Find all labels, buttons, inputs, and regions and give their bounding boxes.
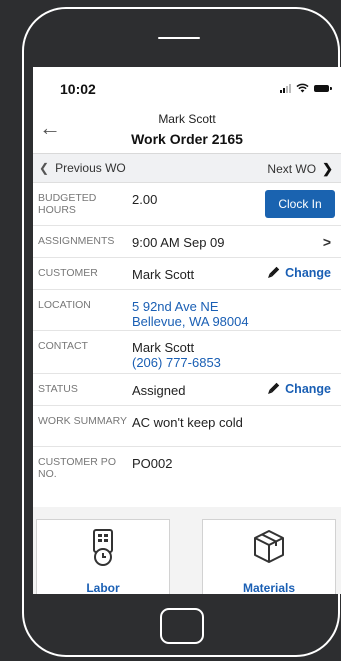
- materials-tile[interactable]: Materials: [202, 519, 336, 594]
- row-work-summary: WORK SUMMARY AC won't keep cold: [33, 406, 341, 447]
- location-line2: Bellevue, WA 98004: [132, 314, 249, 329]
- row-budgeted-hours: BUDGETED HOURS 2.00 Clock In: [33, 183, 341, 226]
- location-line1: 5 92nd Ave NE: [132, 299, 219, 314]
- next-wo-label: Next WO: [267, 162, 317, 176]
- status-value: Assigned: [132, 383, 186, 398]
- row-customer: CUSTOMER Mark Scott Change: [33, 258, 341, 290]
- status-bar: 10:02: [33, 67, 341, 107]
- customer-po-value: PO002: [132, 456, 173, 471]
- assignments-value: 9:00 AM Sep 09: [132, 235, 225, 250]
- clock-in-button[interactable]: Clock In: [265, 190, 335, 218]
- previous-wo-label: Previous WO: [55, 161, 126, 175]
- phone-speaker: [158, 37, 200, 39]
- chevron-right-icon: ❯: [322, 161, 333, 176]
- status-icons: [280, 83, 332, 93]
- next-wo-button[interactable]: Next WO ❯: [267, 161, 333, 177]
- row-contact: CONTACT Mark Scott (206) 777-6853: [33, 331, 341, 374]
- app-screen: 10:02 ← Mark Scott Work Order 2165 ❮ Prev…: [33, 67, 341, 594]
- page-header: ← Mark Scott Work Order 2165: [33, 107, 341, 154]
- chevron-right-icon[interactable]: >: [323, 234, 331, 250]
- assignments-label: ASSIGNMENTS: [38, 235, 115, 247]
- row-location: LOCATION 5 92nd Ave NE Bellevue, WA 9800…: [33, 290, 341, 331]
- labor-tile[interactable]: Labor: [36, 519, 170, 594]
- budgeted-hours-value: 2.00: [132, 192, 158, 207]
- change-status-label: Change: [285, 382, 331, 396]
- location-address-link[interactable]: 5 92nd Ave NE Bellevue, WA 98004: [132, 299, 249, 329]
- materials-label: Materials: [242, 581, 296, 594]
- contact-value: Mark Scott (206) 777-6853: [132, 340, 221, 370]
- tiles-area: Labor Materials: [33, 507, 341, 594]
- change-customer-button[interactable]: Change: [268, 266, 331, 280]
- work-summary-label: WORK SUMMARY: [38, 415, 128, 427]
- chevron-left-icon: ❮: [39, 161, 50, 175]
- customer-label: CUSTOMER: [38, 267, 98, 279]
- status-label: STATUS: [38, 383, 78, 395]
- contact-phone-link[interactable]: (206) 777-6853: [132, 355, 221, 370]
- contact-name: Mark Scott: [132, 340, 195, 355]
- labor-label: Labor: [86, 581, 120, 594]
- customer-po-label: CUSTOMER PO NO.: [38, 456, 116, 480]
- pencil-icon: [267, 382, 280, 396]
- row-customer-po: CUSTOMER PO NO. PO002: [33, 447, 341, 489]
- change-customer-label: Change: [285, 266, 331, 280]
- work-order-nav: ❮ Previous WO Next WO ❯: [33, 154, 341, 183]
- battery-icon: [314, 84, 332, 92]
- wifi-icon: [296, 83, 309, 93]
- status-time: 10:02: [60, 81, 96, 97]
- row-status: STATUS Assigned Change: [33, 374, 341, 406]
- timecard-clock-icon: [37, 528, 169, 568]
- customer-value: Mark Scott: [132, 267, 195, 282]
- header-customer-name: Mark Scott: [158, 112, 216, 126]
- budgeted-hours-label: BUDGETED HOURS: [38, 192, 97, 216]
- work-summary-value: AC won't keep cold: [132, 415, 243, 430]
- signal-icon: [280, 83, 291, 93]
- previous-wo-button[interactable]: ❮ Previous WO: [39, 161, 126, 175]
- page-title: Work Order 2165: [131, 131, 243, 147]
- change-status-button[interactable]: Change: [268, 382, 331, 396]
- home-button[interactable]: [160, 608, 204, 644]
- contact-label: CONTACT: [38, 340, 88, 352]
- pencil-icon: [267, 266, 280, 280]
- location-label: LOCATION: [38, 299, 91, 311]
- row-assignments[interactable]: ASSIGNMENTS 9:00 AM Sep 09 >: [33, 226, 341, 258]
- package-box-icon: [203, 528, 335, 566]
